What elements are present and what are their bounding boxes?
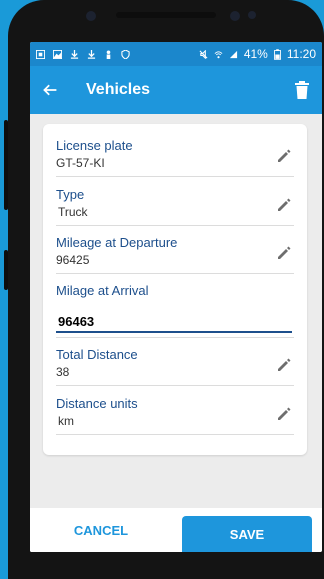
volume-button (4, 120, 8, 210)
pencil-icon[interactable] (276, 148, 292, 164)
mileage-arrival-input[interactable] (56, 311, 292, 333)
type-field: Type Truck (56, 187, 294, 226)
status-bar: 41% 11:20 (30, 42, 322, 66)
mileage-departure-field: Mileage at Departure 96425 (56, 235, 294, 274)
sensor-icon (248, 11, 256, 19)
wifi-icon (214, 50, 223, 58)
system-icons: 41% 11:20 (199, 47, 316, 61)
image-icon (53, 49, 62, 59)
distance-units-field: Distance units km (56, 396, 294, 435)
phone-frame: 41% 11:20 Vehicles License plate GT-57-K… (4, 0, 324, 579)
pencil-icon[interactable] (276, 245, 292, 261)
gallery-icon (36, 49, 45, 59)
save-button[interactable]: SAVE (182, 516, 312, 552)
back-button[interactable] (42, 79, 64, 101)
signal-icon (229, 50, 237, 58)
pencil-icon[interactable] (276, 197, 292, 213)
battery-percent: 41% (243, 47, 268, 61)
download-icon (70, 49, 79, 59)
notification-icons (36, 49, 130, 59)
shield-icon (121, 49, 130, 59)
back-arrow-icon (43, 84, 57, 96)
phone-top (8, 0, 324, 30)
field-label: Total Distance (56, 347, 138, 362)
pencil-icon[interactable] (276, 406, 292, 422)
pencil-icon[interactable] (276, 357, 292, 373)
front-camera-icon (86, 11, 96, 21)
page-title: Vehicles (86, 81, 151, 98)
mileage-arrival-field: Milage at Arrival (56, 283, 294, 338)
field-value: 96425 (56, 253, 90, 267)
battery-icon (273, 48, 281, 60)
bixby-button (4, 250, 8, 290)
screen: 41% 11:20 Vehicles License plate GT-57-K… (30, 42, 322, 552)
download-icon (87, 49, 96, 59)
app-bar: Vehicles (30, 66, 322, 114)
license-plate-field: License plate GT-57-KI (56, 138, 294, 177)
mute-icon (199, 49, 208, 59)
clock: 11:20 (286, 47, 316, 61)
vehicle-form-card: License plate GT-57-KI Type Truck Mileag… (43, 124, 307, 455)
field-label: Mileage at Departure (56, 235, 178, 250)
field-value: km (58, 414, 74, 428)
person-icon (106, 49, 111, 59)
cancel-button[interactable]: CANCEL (30, 508, 172, 552)
field-label: Type (56, 187, 85, 202)
trash-icon[interactable] (294, 81, 310, 99)
field-label: Distance units (56, 396, 138, 411)
action-bar: CANCEL SAVE (30, 508, 322, 552)
field-label: Milage at Arrival (56, 283, 149, 298)
total-distance-field: Total Distance 38 (56, 347, 294, 386)
speaker-grille (116, 12, 216, 18)
field-value: GT-57-KI (56, 156, 105, 170)
sensor-icon (230, 11, 240, 21)
field-label: License plate (56, 138, 133, 153)
field-value: Truck (58, 205, 88, 219)
field-value: 38 (56, 365, 70, 379)
